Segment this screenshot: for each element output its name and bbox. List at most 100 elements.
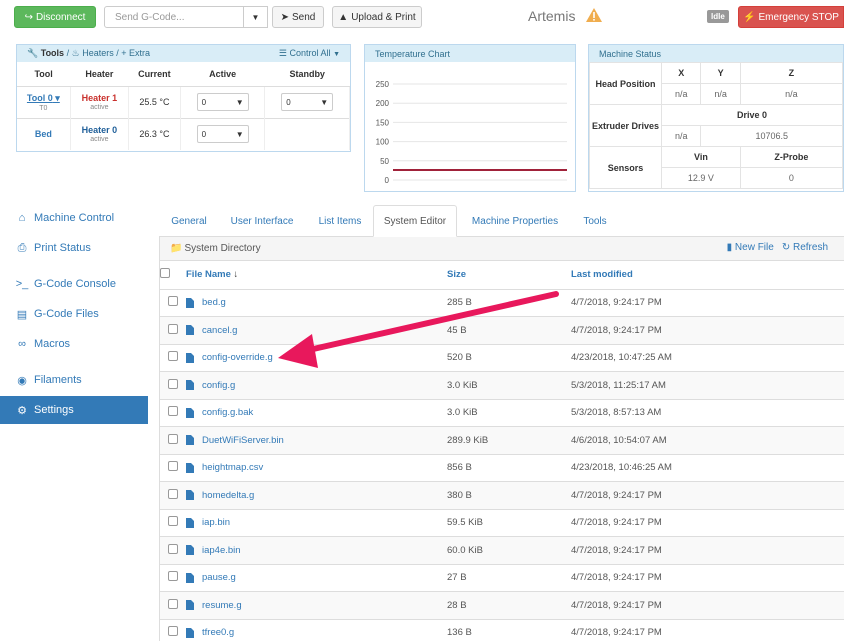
file-row[interactable]: iap.bin 59.5 KiB 4/7/2018, 9:24:17 PM [160,509,844,537]
file-icon [186,352,194,363]
current-temp: 26.3 °C [128,117,181,150]
z-probe-value: 0 [739,167,844,189]
file-size: 27 B [447,564,571,592]
file-checkbox[interactable] [168,598,178,609]
heaters-link[interactable]: Heaters [82,48,114,58]
tool-0-dropdown[interactable]: Tool 0 ▾ [27,93,60,103]
emergency-stop-button[interactable]: ⚡ Emergency STOP [738,6,844,28]
sidebar-item-filaments[interactable]: ◉ Filaments [0,366,148,394]
file-checkbox[interactable] [168,461,178,472]
active-temp-select[interactable]: 0 ▼ [196,93,249,111]
file-row[interactable]: config-override.g 520 B 4/23/2018, 10:47:2… [160,344,844,372]
file-checkbox[interactable] [168,378,178,389]
y-tick-label: 150 [376,118,390,127]
col-file-name[interactable]: File Name ↓ [186,261,447,290]
sidebar-item-print-status[interactable]: ⎙ Print Status [0,234,148,262]
file-name-link[interactable]: DuetWiFiServer.bin [186,435,447,446]
sidebar-item-gcode-console[interactable]: >_ G-Code Console [0,270,148,298]
heater-0-toggle[interactable]: Heater 0 [82,125,118,135]
new-file-button[interactable]: ▮ New File [727,242,774,253]
directory-breadcrumb[interactable]: System Directory [184,243,260,254]
upload-print-button[interactable]: ▲ Upload & Print [332,6,422,28]
file-row[interactable]: resume.g 28 B 4/7/2018, 9:24:17 PM [160,591,844,620]
tab-general[interactable]: General [159,205,219,237]
extra-link[interactable]: Extra [129,48,150,58]
file-icon [186,517,194,528]
select-all-checkbox[interactable] [160,268,170,279]
file-row[interactable]: iap4e.bin 60.0 KiB 4/7/2018, 9:24:17 PM [160,536,844,565]
file-name-link[interactable]: cancel.g [186,325,447,336]
file-icon [186,325,194,336]
file-size: 59.5 KiB [447,509,571,537]
file-size: 3.0 KiB [447,371,571,400]
file-checkbox[interactable] [168,626,178,637]
sidebar-item-settings[interactable]: ⚙ Settings [0,396,148,424]
file-checkbox[interactable] [168,571,178,582]
file-date: 4/7/2018, 9:24:17 PM [571,536,844,565]
file-row[interactable]: DuetWiFiServer.bin 289.9 KiB 4/6/2018, 10:… [160,426,844,455]
col-last-modified[interactable]: Last modified [571,261,844,290]
file-icon [186,380,194,391]
machine-status-title: Machine Status [589,45,843,62]
file-name-link[interactable]: bed.g [186,297,447,308]
file-row[interactable]: bed.g 285 B 4/7/2018, 9:24:17 PM [160,289,844,317]
temperature-chart-panel: Temperature Chart 250 200 150 100 50 0 [364,44,576,192]
file-name-link[interactable]: config.g [186,380,447,391]
file-checkbox[interactable] [168,516,178,527]
file-name-link[interactable]: pause.g [186,572,447,583]
file-name-link[interactable]: config-override.g [186,352,447,363]
file-name-link[interactable]: config.g.bak [186,407,447,418]
refresh-button[interactable]: ↻ Refresh [782,242,828,253]
file-checkbox[interactable] [168,296,178,307]
file-row[interactable]: cancel.g 45 B 4/7/2018, 9:24:17 PM [160,316,844,345]
tab-machine-properties[interactable]: Machine Properties [461,205,569,237]
file-name-link[interactable]: tfree0.g [186,627,447,638]
home-icon: ⌂ [18,212,26,224]
file-row[interactable]: homedelta.g 380 B 4/7/2018, 9:24:17 PM [160,481,844,510]
col-size[interactable]: Size [447,261,571,290]
file-name-link[interactable]: iap.bin [186,517,447,528]
file-date: 4/7/2018, 9:24:17 PM [571,316,844,345]
file-name-link[interactable]: iap4e.bin [186,545,447,556]
gcode-history-dropdown[interactable]: ▼ [244,6,268,28]
file-checkbox[interactable] [168,406,178,417]
current-temp: 25.5 °C [128,85,181,118]
gcode-input[interactable]: Send G-Code... [104,6,244,28]
file-checkbox[interactable] [168,351,178,362]
disconnect-button[interactable]: ↪ Disconnect [14,6,96,28]
file-checkbox[interactable] [168,433,178,444]
file-checkbox[interactable] [168,488,178,499]
file-icon [186,297,194,308]
chart-title: Temperature Chart [365,45,575,62]
file-icon [186,600,194,611]
file-row[interactable]: config.g.bak 3.0 KiB 5/3/2018, 8:57:13 AM [160,399,844,427]
heater-1-toggle[interactable]: Heater 1 [82,93,118,103]
file-row[interactable]: tfree0.g 136 B 4/7/2018, 9:24:17 PM [160,619,844,641]
sidebar-item-macros[interactable]: ∞ Macros [0,330,148,358]
tab-system-editor[interactable]: System Editor [373,205,457,237]
file-row[interactable]: heightmap.csv 856 B 4/23/2018, 10:46:25 AM [160,454,844,482]
file-checkbox[interactable] [168,323,178,334]
file-row[interactable]: pause.g 27 B 4/7/2018, 9:24:17 PM [160,564,844,592]
file-date: 5/3/2018, 8:57:13 AM [571,399,844,427]
file-checkbox[interactable] [168,543,178,554]
file-name-link[interactable]: homedelta.g [186,490,447,501]
file-row[interactable]: config.g 3.0 KiB 5/3/2018, 11:25:17 AM [160,371,844,400]
file-date: 4/23/2018, 10:47:25 AM [571,344,844,372]
tab-list-items[interactable]: List Items [307,205,373,237]
bed-active-temp-select[interactable]: 0 ▼ [196,125,249,144]
standby-temp-select[interactable]: 0 ▼ [281,93,334,111]
sidebar-item-machine-control[interactable]: ⌂ Machine Control [0,204,148,232]
tool-number: T0 [39,104,48,112]
file-name-link[interactable]: heightmap.csv [186,462,447,473]
tab-tools[interactable]: Tools [573,205,617,237]
file-name-link[interactable]: resume.g [186,600,447,611]
send-button[interactable]: ➤ Send [272,6,324,28]
bed-label[interactable]: Bed [35,129,52,139]
sidebar-item-gcode-files[interactable]: ▤ G-Code Files [0,300,148,328]
control-all-dropdown[interactable]: ☰ Control All ▼ [279,48,340,59]
sidebar: ⌂ Machine Control ⎙ Print Status >_ G-Co… [0,204,148,424]
tools-link[interactable]: Tools [41,48,64,58]
col-standby: Standby [264,62,350,87]
tab-user-interface[interactable]: User Interface [221,205,303,237]
